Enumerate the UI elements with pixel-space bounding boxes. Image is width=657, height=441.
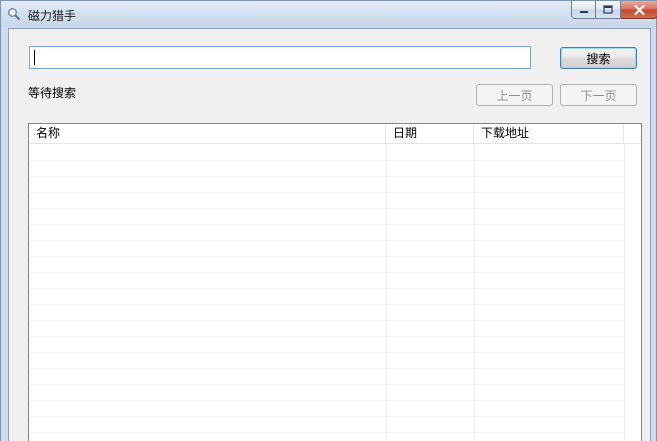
search-button[interactable]: 搜索	[560, 47, 637, 69]
window-title: 磁力猎手	[28, 9, 77, 23]
prev-page-button[interactable]: 上一页	[476, 84, 553, 106]
grid-row-line	[29, 288, 624, 289]
column-header-name[interactable]: 名称	[29, 124, 386, 144]
column-header-download-url[interactable]: 下载地址	[474, 124, 624, 144]
grid-row-line	[29, 160, 624, 161]
grid-column-line	[386, 144, 387, 441]
grid-row-line	[29, 400, 624, 401]
grid-row-line	[29, 368, 624, 369]
grid-row-line	[29, 320, 624, 321]
close-icon	[633, 4, 645, 15]
table-body[interactable]	[29, 144, 641, 441]
minimize-icon	[579, 10, 588, 13]
grid-row-line	[29, 208, 624, 209]
grid-row-line	[29, 176, 624, 177]
app-window: 磁力猎手 搜索 等待搜索 上一页 下一页 名称 日期 下载地址	[0, 0, 657, 441]
grid-row-line	[29, 352, 624, 353]
grid-row-line	[29, 432, 624, 433]
grid-row-line	[29, 336, 624, 337]
column-header-date[interactable]: 日期	[386, 124, 474, 144]
title-bar[interactable]: 磁力猎手	[1, 1, 657, 27]
maximize-icon	[603, 5, 613, 14]
search-input[interactable]	[29, 46, 531, 69]
text-caret	[34, 50, 35, 65]
grid-row-line	[29, 304, 624, 305]
maximize-button[interactable]	[596, 1, 621, 19]
minimize-button[interactable]	[571, 1, 596, 19]
results-table[interactable]: 名称 日期 下载地址	[28, 123, 642, 441]
grid-column-line	[624, 144, 625, 441]
grid-row-line	[29, 272, 624, 273]
grid-column-line	[474, 144, 475, 441]
grid-row-line	[29, 240, 624, 241]
close-button[interactable]	[621, 1, 657, 19]
status-label: 等待搜索	[28, 86, 77, 100]
table-header: 名称 日期 下载地址	[29, 124, 641, 144]
grid-row-line	[29, 384, 624, 385]
next-page-button[interactable]: 下一页	[560, 84, 637, 106]
client-area: 搜索 等待搜索 上一页 下一页 名称 日期 下载地址	[8, 28, 651, 441]
grid-row-line	[29, 224, 624, 225]
grid-row-line	[29, 256, 624, 257]
magnifier-icon	[8, 8, 21, 21]
column-header-filler	[624, 124, 641, 144]
grid-row-line	[29, 416, 624, 417]
grid-row-line	[29, 192, 624, 193]
